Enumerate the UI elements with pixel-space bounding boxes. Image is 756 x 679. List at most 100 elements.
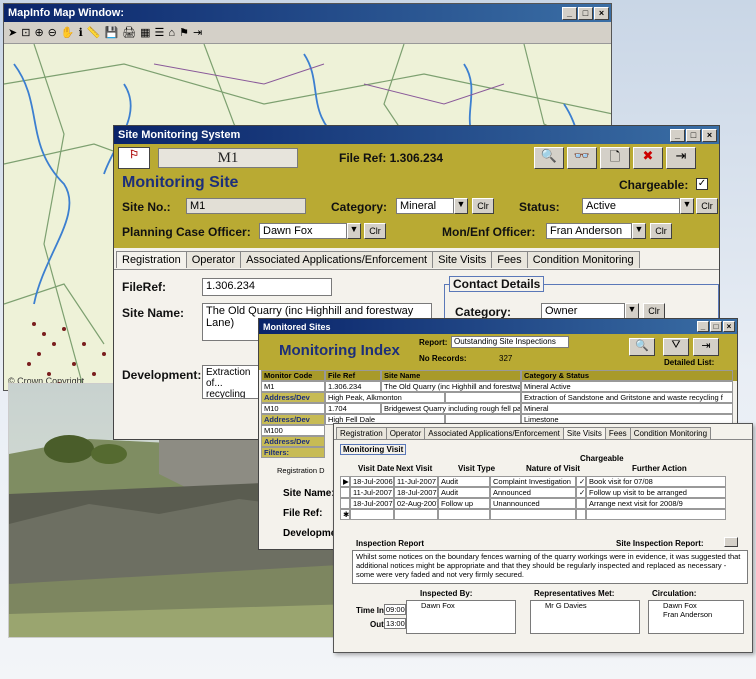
minimize-icon[interactable]: _ — [562, 6, 577, 20]
status-clear-button[interactable]: Clr — [696, 198, 718, 214]
print-preview-icon[interactable]: 🔍 — [629, 338, 655, 356]
cell-next-visit[interactable]: 11-Jul-2007 — [394, 476, 438, 487]
row-selector-icon[interactable] — [340, 498, 350, 509]
minimize-icon[interactable]: _ — [697, 321, 709, 332]
maximize-icon[interactable]: □ — [578, 6, 593, 20]
cell-visit-type[interactable]: Audit — [438, 487, 490, 498]
cell-further-action[interactable] — [586, 509, 726, 520]
exit-icon[interactable]: ⇥ — [666, 147, 696, 169]
inspected-by-list[interactable]: Dawn Fox — [406, 600, 516, 634]
cell-nature[interactable]: Complaint Investigation — [490, 476, 576, 487]
zoom-in-icon[interactable]: ⊕ — [34, 26, 43, 39]
table-row[interactable]: ▶ 18-Jul-2006 11-Jul-2007 Audit Complain… — [340, 476, 740, 487]
zoom-out-icon[interactable]: ⊖ — [48, 26, 57, 39]
cell-next-visit[interactable]: 02-Aug-2007 — [394, 498, 438, 509]
circulation-item[interactable]: Fran Anderson — [649, 610, 743, 619]
monitored-titlebar[interactable]: Monitored Sites _ □ × — [259, 319, 737, 334]
contact-category-clear-button[interactable]: Clr — [643, 303, 665, 319]
tab-operator[interactable]: Operator — [185, 251, 242, 268]
maximize-icon[interactable]: □ — [686, 128, 701, 142]
new-record-icon[interactable]: 🗋 — [600, 147, 630, 169]
row-selector-icon[interactable] — [340, 487, 350, 498]
mon-officer-dropdown-icon[interactable]: ▼ — [632, 223, 646, 239]
cell-visit-date[interactable] — [350, 509, 394, 520]
pointer-tool-icon[interactable]: ➤ — [8, 26, 17, 39]
cell-nature[interactable]: Unannounced — [490, 498, 576, 509]
cell-visit-date[interactable]: 11-Jul-2007 — [350, 487, 394, 498]
contact-category-dropdown-icon[interactable]: ▼ — [625, 303, 639, 319]
cell-nature[interactable] — [490, 509, 576, 520]
chargeable-checkbox[interactable] — [576, 509, 586, 520]
close-icon[interactable]: × — [594, 6, 609, 20]
table-row[interactable]: M10 1.704 Bridgewest Quarry including ro… — [261, 403, 737, 414]
contact-category-select[interactable]: Owner — [541, 303, 625, 319]
time-in-field[interactable]: 09:00 — [384, 604, 406, 615]
cell-visit-type[interactable]: Audit — [438, 476, 490, 487]
minimize-icon[interactable]: _ — [670, 128, 685, 142]
tab-registration[interactable]: Registration — [116, 251, 187, 268]
cell-further-action[interactable]: Follow up visit to be arranged — [586, 487, 726, 498]
tab-fees[interactable]: Fees — [491, 251, 528, 268]
representative-item[interactable]: Mr G Davies — [531, 601, 639, 610]
status-select[interactable]: Active — [582, 198, 680, 214]
representatives-list[interactable]: Mr G Davies — [530, 600, 640, 634]
tab-condition-monitoring[interactable]: Condition Monitoring — [629, 427, 712, 439]
layer-icon[interactable]: ▦ — [140, 26, 150, 39]
print-icon[interactable]: 🖨 — [122, 26, 136, 39]
new-row-icon[interactable]: ✱ — [340, 509, 350, 520]
chargeable-checkbox[interactable] — [576, 498, 586, 509]
site-no-field[interactable]: M1 — [186, 198, 306, 214]
tab-operator[interactable]: Operator — [385, 427, 426, 439]
cell-visit-type[interactable] — [438, 509, 490, 520]
tab-registration[interactable]: Registration — [336, 427, 387, 439]
legend-icon[interactable]: ☰ — [155, 26, 165, 39]
category-select[interactable]: Mineral — [396, 198, 454, 214]
site-inspection-report-button[interactable] — [724, 537, 738, 547]
circulation-item[interactable]: Dawn Fox — [649, 601, 743, 610]
development-field[interactable]: Extraction of... recycling fac... — [202, 365, 262, 399]
report-select[interactable]: Outstanding Site Inspections — [451, 336, 569, 348]
tab-site-visits[interactable]: Site Visits — [432, 251, 493, 268]
delete-record-icon[interactable]: ✖ — [633, 147, 663, 169]
select-tool-icon[interactable]: ⊡ — [21, 26, 30, 39]
cell-nature[interactable]: Announced — [490, 487, 576, 498]
category-clear-button[interactable]: Clr — [472, 198, 494, 214]
status-dropdown-icon[interactable]: ▼ — [680, 198, 694, 214]
table-row[interactable]: 18-Jul-2007 02-Aug-2007 Follow up Unanno… — [340, 498, 740, 509]
mapinfo-titlebar[interactable]: MapInfo Map Window: _ □ × — [4, 4, 611, 22]
chargeable-checkbox[interactable]: ✓ — [576, 476, 586, 487]
tab-condition-monitoring[interactable]: Condition Monitoring — [526, 251, 640, 268]
cell-next-visit[interactable]: 18-Jul-2007 — [394, 487, 438, 498]
planning-officer-clear-button[interactable]: Clr — [364, 223, 386, 239]
table-row[interactable]: 11-Jul-2007 18-Jul-2007 Audit Announced … — [340, 487, 740, 498]
ruler-icon[interactable]: 📏 — [87, 26, 101, 39]
exit-icon[interactable]: ⇥ — [193, 26, 202, 39]
table-row[interactable]: M1 1.306.234 The Old Quarry (inc Highhil… — [261, 381, 737, 392]
category-dropdown-icon[interactable]: ▼ — [454, 198, 468, 214]
chargeable-checkbox[interactable]: ✓ — [696, 178, 708, 190]
planning-officer-select[interactable]: Dawn Fox — [259, 223, 347, 239]
info-icon[interactable]: ℹ — [79, 26, 83, 39]
inspected-by-item[interactable]: Dawn Fox — [407, 601, 515, 610]
mon-officer-select[interactable]: Fran Anderson — [546, 223, 632, 239]
save-icon[interactable]: 💾 — [104, 26, 118, 39]
table-row-new[interactable]: ✱ — [340, 509, 740, 520]
print-preview-icon[interactable]: 🔍 — [534, 147, 564, 169]
tab-associated-applications[interactable]: Associated Applications/Enforcement — [424, 427, 564, 439]
cell-visit-date[interactable]: 18-Jul-2007 — [350, 498, 394, 509]
cell-visit-date[interactable]: 18-Jul-2006 — [350, 476, 394, 487]
cell-further-action[interactable]: Book visit for 07/08 — [586, 476, 726, 487]
close-icon[interactable]: × — [723, 321, 735, 332]
mon-officer-clear-button[interactable]: Clr — [650, 223, 672, 239]
maximize-icon[interactable]: □ — [710, 321, 722, 332]
cell-further-action[interactable]: Arrange next visit for 2008/9 — [586, 498, 726, 509]
out-field[interactable]: 13:00 — [384, 618, 406, 629]
tab-associated-applications[interactable]: Associated Applications/Enforcement — [240, 251, 434, 268]
tab-site-visits[interactable]: Site Visits — [562, 427, 606, 439]
chargeable-checkbox[interactable]: ✓ — [576, 487, 586, 498]
filter-icon[interactable]: ⛛ — [663, 338, 689, 356]
cell-next-visit[interactable] — [394, 509, 438, 520]
home-icon[interactable]: ⌂ — [168, 27, 175, 39]
fileref-field[interactable]: 1.306.234 — [202, 278, 332, 296]
table-row[interactable]: Address/Dev High Peak, Alkmonton Extract… — [261, 392, 737, 403]
